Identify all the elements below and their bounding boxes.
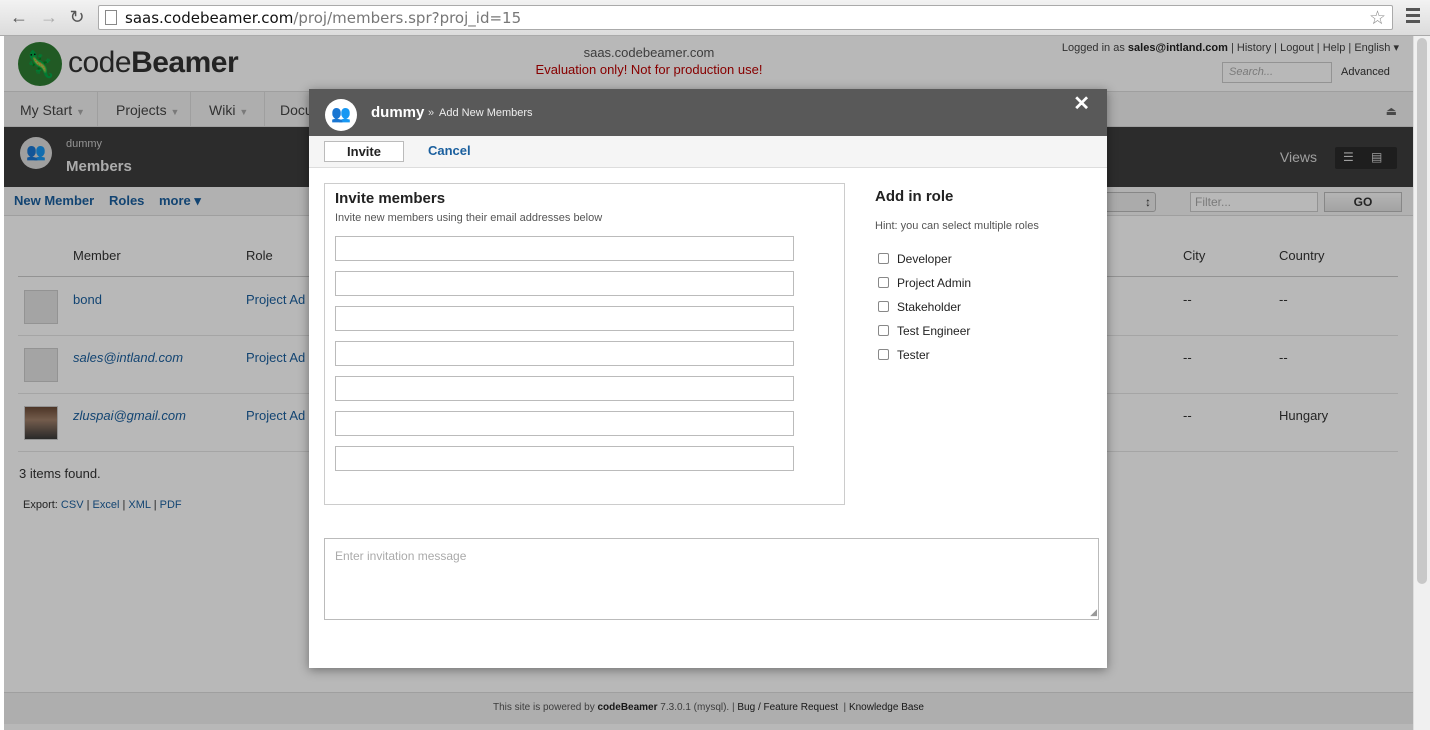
forward-arrow-icon[interactable]: → bbox=[38, 6, 60, 28]
scrollbar-thumb[interactable] bbox=[1417, 38, 1427, 584]
group-icon: 👥 bbox=[325, 99, 357, 131]
invitation-message-textarea[interactable]: Enter invitation message ◢ bbox=[324, 538, 1099, 620]
dialog-header: 👥 dummy » Add New Members ✕ bbox=[309, 89, 1107, 136]
email-field[interactable] bbox=[335, 446, 794, 471]
page-icon bbox=[105, 10, 117, 25]
email-field[interactable] bbox=[335, 411, 794, 436]
role-option-stakeholder[interactable]: Stakeholder bbox=[878, 300, 961, 314]
url-path: /proj/members.spr?proj_id=15 bbox=[293, 9, 522, 27]
email-field[interactable] bbox=[335, 376, 794, 401]
invite-button[interactable]: Invite bbox=[324, 141, 404, 162]
hamburger-menu-icon[interactable] bbox=[1406, 8, 1420, 26]
role-hint: Hint: you can select multiple roles bbox=[875, 220, 1039, 232]
browser-toolbar: ← → ↻ saas.codebeamer.com/proj/members.s… bbox=[0, 0, 1430, 36]
add-members-dialog: 👥 dummy » Add New Members ✕ Invite Cance… bbox=[309, 89, 1107, 668]
role-option-test-engineer[interactable]: Test Engineer bbox=[878, 324, 970, 338]
invite-members-panel: Invite members Invite new members using … bbox=[324, 183, 845, 505]
address-bar[interactable]: saas.codebeamer.com/proj/members.spr?pro… bbox=[98, 5, 1393, 30]
role-option-project-admin[interactable]: Project Admin bbox=[878, 276, 971, 290]
role-option-developer[interactable]: Developer bbox=[878, 252, 952, 266]
invitation-message-placeholder: Enter invitation message bbox=[335, 549, 467, 563]
add-in-role-title: Add in role bbox=[875, 188, 954, 205]
page-scrollbar[interactable] bbox=[1413, 36, 1430, 730]
reload-icon[interactable]: ↻ bbox=[66, 6, 88, 28]
email-field[interactable] bbox=[335, 236, 794, 261]
email-field[interactable] bbox=[335, 271, 794, 296]
dialog-title: Add New Members bbox=[439, 107, 533, 119]
email-field[interactable] bbox=[335, 306, 794, 331]
role-option-tester[interactable]: Tester bbox=[878, 348, 930, 362]
role-checkbox[interactable] bbox=[878, 277, 889, 288]
role-checkbox[interactable] bbox=[878, 253, 889, 264]
invite-members-hint: Invite new members using their email add… bbox=[335, 212, 603, 224]
dialog-project-name: dummy bbox=[371, 104, 425, 121]
role-checkbox[interactable] bbox=[878, 301, 889, 312]
resize-grip-icon[interactable]: ◢ bbox=[1090, 607, 1097, 618]
role-checkbox[interactable] bbox=[878, 325, 889, 336]
back-arrow-icon[interactable]: ← bbox=[8, 6, 30, 28]
breadcrumb-separator: » bbox=[428, 107, 435, 119]
invite-members-title: Invite members bbox=[335, 190, 446, 207]
url-host: saas.codebeamer.com bbox=[125, 9, 294, 27]
role-checkbox[interactable] bbox=[878, 349, 889, 360]
star-icon[interactable]: ☆ bbox=[1369, 7, 1386, 30]
dialog-toolbar: Invite Cancel bbox=[309, 136, 1107, 168]
url-text: saas.codebeamer.com/proj/members.spr?pro… bbox=[125, 9, 521, 27]
cancel-button[interactable]: Cancel bbox=[428, 143, 471, 158]
email-field[interactable] bbox=[335, 341, 794, 366]
close-icon[interactable]: ✕ bbox=[1073, 91, 1090, 116]
